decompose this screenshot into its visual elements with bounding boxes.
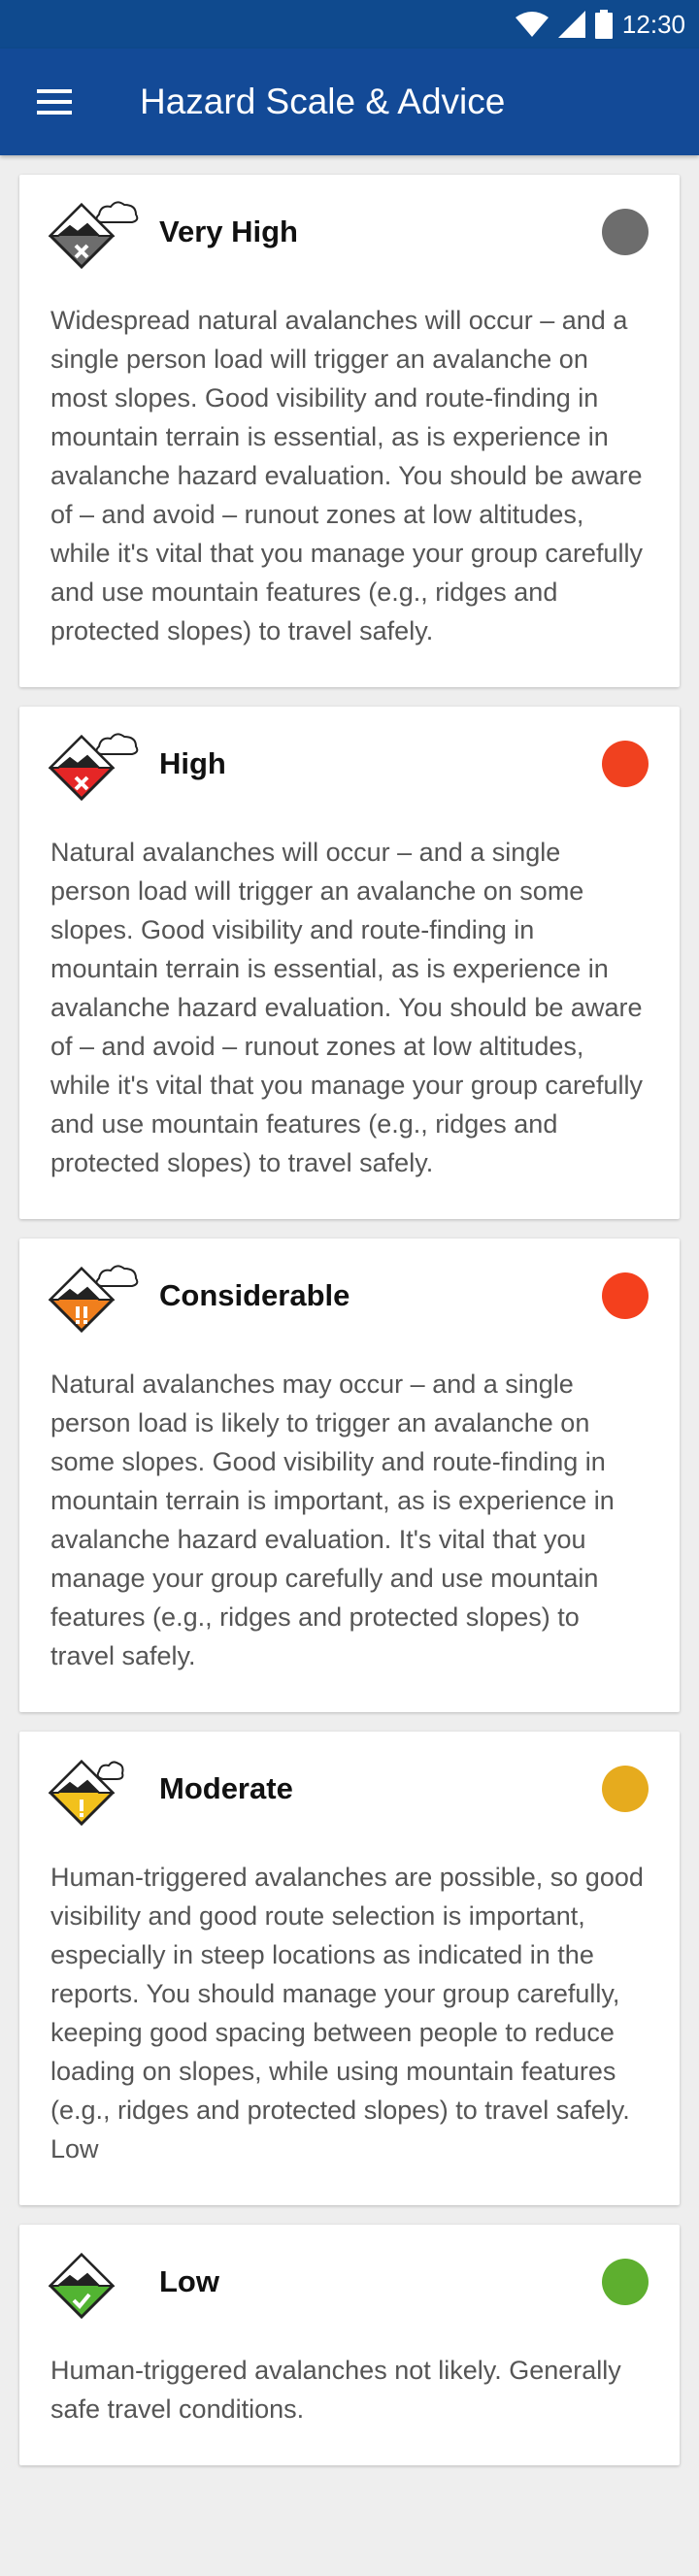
card-title: Low <box>159 2264 219 2298</box>
low-hazard-icon <box>49 2252 116 2319</box>
card-header: Moderate <box>19 1732 680 1846</box>
menu-button[interactable] <box>35 83 74 121</box>
hazard-color-dot <box>602 1766 649 1812</box>
hazard-card-moderate[interactable]: Moderate Human-triggered avalanches are … <box>19 1732 680 2205</box>
card-description: Human-triggered avalanches are possible,… <box>50 1863 644 2163</box>
card-title: Very High <box>159 215 298 248</box>
app-bar: Hazard Scale & Advice <box>0 49 699 155</box>
card-header: High <box>19 707 680 821</box>
clock: 12:30 <box>621 9 685 39</box>
cell-signal-icon <box>557 11 585 38</box>
page-title: Hazard Scale & Advice <box>140 82 506 121</box>
card-description: Human-triggered avalanches not likely. G… <box>50 2356 621 2424</box>
card-title: High <box>159 746 226 780</box>
hazard-list: Very High Widespread natural avalanches … <box>0 155 699 2465</box>
card-header: Low <box>19 2225 680 2339</box>
battery-icon <box>594 10 613 39</box>
status-bar: 12:30 <box>0 0 699 49</box>
card-header: Considerable <box>19 1238 680 1353</box>
hazard-card-low[interactable]: Low Human-triggered avalanches not likel… <box>19 2225 680 2465</box>
card-header: Very High <box>19 175 680 289</box>
wifi-icon <box>515 12 549 37</box>
card-description: Natural avalanches will occur – and a si… <box>50 838 643 1177</box>
hazard-color-dot <box>602 2259 649 2305</box>
hamburger-menu-icon <box>37 89 72 115</box>
card-description: Natural avalanches may occur – and a sin… <box>50 1370 615 1670</box>
hazard-card-considerable[interactable]: Considerable Natural avalanches may occu… <box>19 1238 680 1712</box>
moderate-hazard-icon <box>49 1759 124 1826</box>
card-description: Widespread natural avalanches will occur… <box>50 306 643 645</box>
hazard-color-dot <box>602 209 649 255</box>
considerable-hazard-icon <box>49 1265 139 1333</box>
hazard-color-dot <box>602 1272 649 1319</box>
hazard-card-high[interactable]: High Natural avalanches will occur – and… <box>19 707 680 1219</box>
card-title: Considerable <box>159 1278 350 1312</box>
hazard-card-very-high[interactable]: Very High Widespread natural avalanches … <box>19 175 680 687</box>
very-high-hazard-icon <box>49 201 139 269</box>
high-hazard-icon <box>49 733 139 801</box>
hazard-color-dot <box>602 741 649 787</box>
card-title: Moderate <box>159 1771 293 1805</box>
